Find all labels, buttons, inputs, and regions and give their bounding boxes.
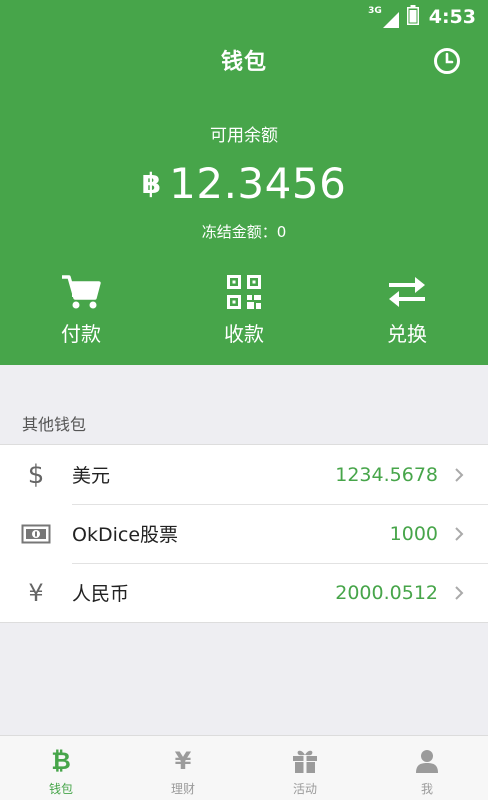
receive-label: 收款 bbox=[224, 322, 264, 346]
tab-label: 我 bbox=[420, 782, 433, 796]
wallet-item-stock[interactable]: OkDice股票 1000 bbox=[0, 504, 488, 563]
exchange-label: 兑换 bbox=[387, 322, 427, 346]
yen-icon: ¥ bbox=[28, 578, 44, 607]
tab-finance[interactable]: ¥ 理财 bbox=[122, 736, 244, 800]
balance-display: ฿ 12.3456 bbox=[0, 155, 488, 211]
wallet-name: 人民币 bbox=[72, 583, 130, 605]
battery-icon bbox=[406, 4, 419, 30]
gift-icon bbox=[292, 747, 318, 775]
wallet-item-cny[interactable]: ¥ 人民币 2000.0512 bbox=[0, 563, 488, 622]
wallet-value: 1000 bbox=[389, 522, 438, 545]
user-icon bbox=[415, 747, 439, 775]
bottom-tab-bar: ₿ 钱包 ¥ 理财 活动 我 bbox=[0, 735, 488, 800]
wallet-name: 美元 bbox=[72, 465, 111, 487]
dollar-icon: $ bbox=[27, 459, 45, 490]
tab-me[interactable]: 我 bbox=[366, 736, 488, 800]
tab-wallet[interactable]: ₿ 钱包 bbox=[0, 736, 122, 800]
wallet-item-usd[interactable]: $ 美元 1234.5678 bbox=[0, 445, 488, 504]
banknote-icon bbox=[0, 524, 72, 544]
wallet-value: 2000.0512 bbox=[335, 581, 438, 604]
balance-label: 可用余额 bbox=[210, 126, 278, 146]
tab-label: 理财 bbox=[170, 782, 195, 796]
tab-activity[interactable]: 活动 bbox=[244, 736, 366, 800]
signal-icon: 3G bbox=[368, 6, 399, 28]
frozen-amount: 冻结金额：0 bbox=[201, 223, 287, 241]
cart-icon bbox=[62, 275, 101, 309]
wallet-name: OkDice股票 bbox=[72, 524, 179, 546]
page-title: 钱包 bbox=[220, 50, 267, 75]
balance-amount: 12.3456 bbox=[169, 158, 347, 208]
status-time: 4:53 bbox=[428, 6, 476, 28]
qr-code-icon bbox=[227, 275, 261, 309]
status-bar: 3G 4:53 bbox=[0, 0, 488, 34]
bitcoin-icon: ₿ bbox=[51, 746, 71, 775]
tab-label: 活动 bbox=[292, 782, 317, 796]
other-wallets-list: $ 美元 1234.5678 OkDice股票 1000 ¥ 人民币 2000.… bbox=[0, 444, 488, 623]
chevron-right-icon bbox=[454, 467, 488, 483]
chevron-right-icon bbox=[454, 585, 488, 601]
yen-icon: ¥ bbox=[174, 747, 192, 775]
receive-button[interactable]: 收款 bbox=[184, 272, 304, 352]
tab-label: 钱包 bbox=[48, 782, 73, 796]
pay-button[interactable]: 付款 bbox=[21, 272, 141, 352]
exchange-button[interactable]: 兑换 bbox=[347, 272, 467, 352]
wallet-value: 1234.5678 bbox=[335, 463, 438, 486]
wallet-header: 3G 4:53 钱包 可用余额 ฿ 12.3456 冻结金额：0 付款 收款 兑… bbox=[0, 0, 488, 365]
bitcoin-icon: ฿ bbox=[141, 166, 162, 200]
pay-label: 付款 bbox=[61, 322, 101, 346]
network-type: 3G bbox=[368, 6, 382, 16]
history-button[interactable] bbox=[433, 47, 461, 75]
chevron-right-icon bbox=[454, 526, 488, 542]
exchange-icon bbox=[389, 277, 425, 307]
clock-icon bbox=[434, 48, 460, 74]
other-wallets-label: 其他钱包 bbox=[22, 415, 87, 434]
